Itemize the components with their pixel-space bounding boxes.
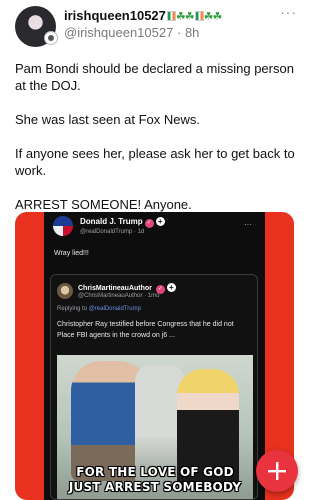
post-paragraph: She was last seen at Fox News. bbox=[15, 112, 200, 127]
quoted-author-name: ChrisMartineauAuthor bbox=[78, 285, 152, 292]
embedded-author-name: Donald J. Trump bbox=[80, 217, 143, 226]
author-name-line[interactable]: irishqueen10527 ☘☘ ☘☘ bbox=[64, 8, 223, 23]
shamrock-icon: ☘☘ bbox=[175, 11, 195, 23]
meme-caption-line1: FOR THE LOVE OF GOD bbox=[76, 465, 234, 479]
embedded-handle-line: @realDonaldTrump · 1d bbox=[80, 229, 145, 235]
ireland-flag-icon bbox=[194, 11, 204, 21]
follow-plus-icon: + bbox=[166, 283, 176, 292]
author-handle[interactable]: @irishqueen10527 bbox=[64, 25, 173, 40]
embedded-author-line: Donald J. Trump ✓ + bbox=[80, 217, 165, 228]
author-display-name[interactable]: irishqueen10527 bbox=[64, 8, 166, 23]
author-handle-line: @irishqueen10527 · 8h bbox=[64, 25, 199, 40]
post-media-image[interactable]: Donald J. Trump ✓ + @realDonaldTrump · 1d … bbox=[15, 212, 294, 500]
quoted-handle: @ChrisMartineauAuthor bbox=[78, 293, 143, 299]
embedded-author-avatar bbox=[53, 216, 73, 236]
plus-icon bbox=[268, 462, 286, 480]
quoted-post: ChrisMartineauAuthor ✓ + @ChrisMartineauA… bbox=[50, 274, 258, 500]
quoted-post-text: Christopher Ray testified before Congres… bbox=[57, 321, 234, 339]
more-horizontal-icon[interactable]: ··· bbox=[280, 4, 297, 20]
post-time: 8h bbox=[184, 25, 200, 40]
post-paragraph: If anyone sees her, please ask her to ge… bbox=[15, 146, 295, 178]
quoted-time: 1mo bbox=[147, 293, 160, 299]
embedded-screenshot: Donald J. Trump ✓ + @realDonaldTrump · 1d … bbox=[44, 212, 265, 500]
quoted-reply-line: Replying to @realDonaldTrump bbox=[57, 306, 141, 312]
reply-to-handle: @realDonaldTrump bbox=[88, 306, 141, 312]
ireland-flag-icon bbox=[166, 11, 176, 21]
follow-plus-icon: + bbox=[155, 217, 165, 226]
embedded-time: 1d bbox=[137, 229, 145, 235]
meme-caption-line2: JUST ARREST SOMEBODY bbox=[68, 480, 242, 494]
embedded-handle: @realDonaldTrump bbox=[80, 229, 133, 235]
post-paragraph: ARREST SOMEONE! Anyone. bbox=[15, 197, 192, 212]
embedded-more-icon: ··· bbox=[244, 220, 252, 229]
verified-badge-icon: ✓ bbox=[144, 219, 154, 228]
compose-button[interactable] bbox=[256, 450, 298, 492]
reply-prefix: Replying to bbox=[57, 306, 88, 312]
quoted-author-avatar bbox=[57, 283, 73, 299]
post-body: Pam Bondi should be declared a missing p… bbox=[15, 60, 300, 230]
meta-separator: · bbox=[176, 25, 182, 40]
meme-image: FOR THE LOVE OF GOD JUST ARREST SOMEBODY bbox=[57, 355, 253, 499]
shamrock-icon: ☘☘ bbox=[203, 11, 223, 23]
avatar-badge-icon bbox=[44, 31, 58, 45]
post-paragraph: Pam Bondi should be declared a missing p… bbox=[15, 61, 294, 93]
embedded-post-text: Wray lied!!! bbox=[54, 250, 89, 257]
quoted-handle-line: @ChrisMartineauAuthor · 1mo bbox=[78, 293, 160, 299]
